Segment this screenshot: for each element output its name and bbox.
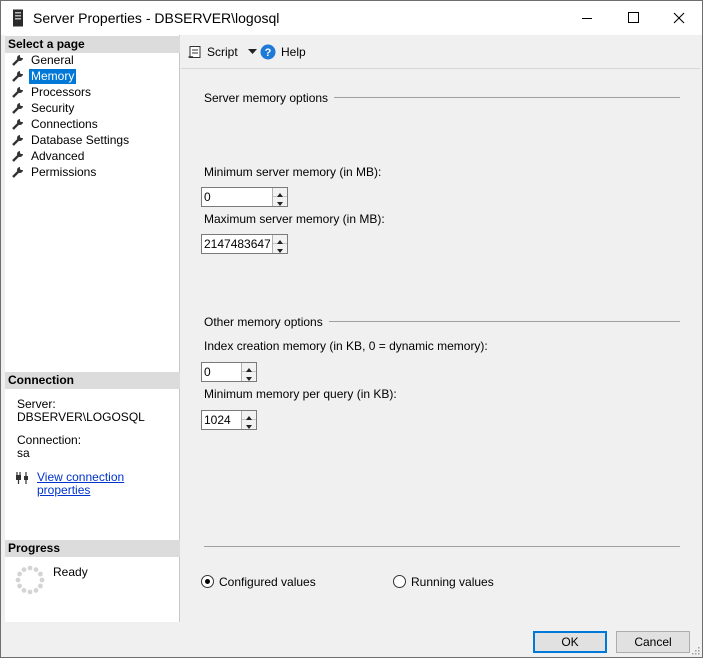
ok-button[interactable]: OK: [533, 631, 607, 653]
increment-button[interactable]: [273, 235, 287, 244]
sidebar-item-label: Security: [31, 101, 75, 115]
help-button[interactable]: ? Help: [260, 44, 306, 60]
maximize-icon: [628, 12, 639, 23]
increment-button[interactable]: [273, 188, 287, 197]
wrench-icon: [12, 103, 23, 114]
connection-header: Connection: [5, 372, 180, 389]
index-creation-memory-stepper[interactable]: [201, 362, 257, 382]
running-values-label: Running values: [411, 575, 494, 589]
wrench-icon: [12, 167, 23, 178]
close-button[interactable]: [656, 1, 702, 35]
connection-value: sa: [17, 446, 30, 460]
index-creation-memory-label: Index creation memory (in KB, 0 = dynami…: [204, 339, 488, 353]
increment-button[interactable]: [242, 411, 256, 420]
arrow-down-icon: [277, 202, 283, 206]
svg-text:?: ?: [265, 47, 272, 59]
min-server-memory-input[interactable]: [202, 188, 272, 206]
running-values-radio[interactable]: Running values: [393, 575, 513, 591]
memory-page: Script ? Help Server memory options Mini…: [181, 35, 700, 622]
wrench-icon: [12, 119, 23, 130]
configured-values-label: Configured values: [219, 575, 316, 589]
max-server-memory-label: Maximum server memory (in MB):: [204, 212, 385, 226]
sidebar-item-label: Connections: [31, 117, 98, 131]
script-label: Script: [207, 45, 238, 59]
wrench-icon: [12, 87, 23, 98]
select-page-header: Select a page: [5, 36, 180, 53]
sidebar-item-label: Permissions: [31, 165, 97, 179]
sidebar-item-label: Memory: [29, 69, 77, 84]
stepper-arrows: [241, 363, 256, 381]
view-connection-properties-link[interactable]: View connection properties: [37, 471, 179, 497]
server-properties-dialog: Server Properties - DBSERVER\logosql Sel…: [0, 0, 703, 658]
close-icon: [673, 12, 685, 24]
min-server-memory-stepper[interactable]: [201, 187, 288, 207]
decrement-button[interactable]: [242, 372, 256, 381]
min-memory-per-query-label: Minimum memory per query (in KB):: [204, 387, 397, 401]
toolbar: Script ? Help: [181, 35, 700, 69]
wrench-icon: [12, 135, 23, 146]
decrement-button[interactable]: [273, 197, 287, 206]
script-icon: [188, 46, 201, 58]
arrow-down-icon: [246, 425, 252, 429]
chevron-down-icon[interactable]: [248, 49, 257, 55]
minimize-icon: [582, 18, 592, 19]
script-button[interactable]: Script: [188, 44, 260, 60]
help-icon: ?: [260, 44, 276, 60]
connection-plug-icon: [16, 472, 28, 484]
max-server-memory-input[interactable]: [202, 235, 272, 253]
server-icon: [13, 9, 23, 27]
title-bar[interactable]: Server Properties - DBSERVER\logosql: [1, 1, 702, 35]
sidebar-item-label: General: [31, 53, 74, 67]
window-title: Server Properties - DBSERVER\logosql: [33, 10, 280, 26]
sidebar-item-label: Advanced: [31, 149, 85, 163]
sidebar-item-label: Database Settings: [31, 133, 130, 147]
min-memory-per-query-input[interactable]: [202, 411, 241, 429]
server-memory-options-title: Server memory options: [204, 91, 335, 105]
index-creation-memory-input[interactable]: [202, 363, 241, 381]
dialog-footer: OK Cancel: [1, 622, 702, 657]
stepper-arrows: [241, 411, 256, 429]
max-server-memory-stepper[interactable]: [201, 234, 288, 254]
cancel-button[interactable]: Cancel: [616, 631, 690, 653]
min-memory-per-query-stepper[interactable]: [201, 410, 257, 430]
progress-status: Ready: [53, 565, 88, 579]
progress-spinner-icon: [15, 565, 45, 595]
configured-values-radio[interactable]: Configured values: [201, 575, 331, 591]
radio-circle: [201, 575, 214, 588]
resize-grip-icon[interactable]: [690, 645, 700, 655]
help-label: Help: [281, 45, 306, 59]
server-value: DBSERVER\LOGOSQL: [17, 410, 145, 424]
increment-button[interactable]: [242, 363, 256, 372]
progress-header: Progress: [5, 540, 180, 557]
sidebar-item-label: Processors: [31, 85, 92, 99]
maximize-button[interactable]: [610, 1, 656, 35]
stepper-arrows: [272, 188, 287, 206]
arrow-down-icon: [277, 249, 283, 253]
decrement-button[interactable]: [242, 420, 256, 429]
minimize-button[interactable]: [564, 1, 610, 35]
decrement-button[interactable]: [273, 244, 287, 253]
other-memory-options-title: Other memory options: [204, 315, 329, 329]
left-pane: Select a page General Memory Processors …: [5, 35, 180, 622]
arrow-down-icon: [246, 377, 252, 381]
radio-dot: [205, 579, 210, 584]
stepper-arrows: [272, 235, 287, 253]
wrench-icon: [12, 55, 23, 66]
radio-circle: [393, 575, 406, 588]
wrench-icon: [12, 71, 23, 82]
wrench-icon: [12, 151, 23, 162]
values-divider: [204, 546, 680, 547]
min-server-memory-label: Minimum server memory (in MB):: [204, 165, 382, 179]
